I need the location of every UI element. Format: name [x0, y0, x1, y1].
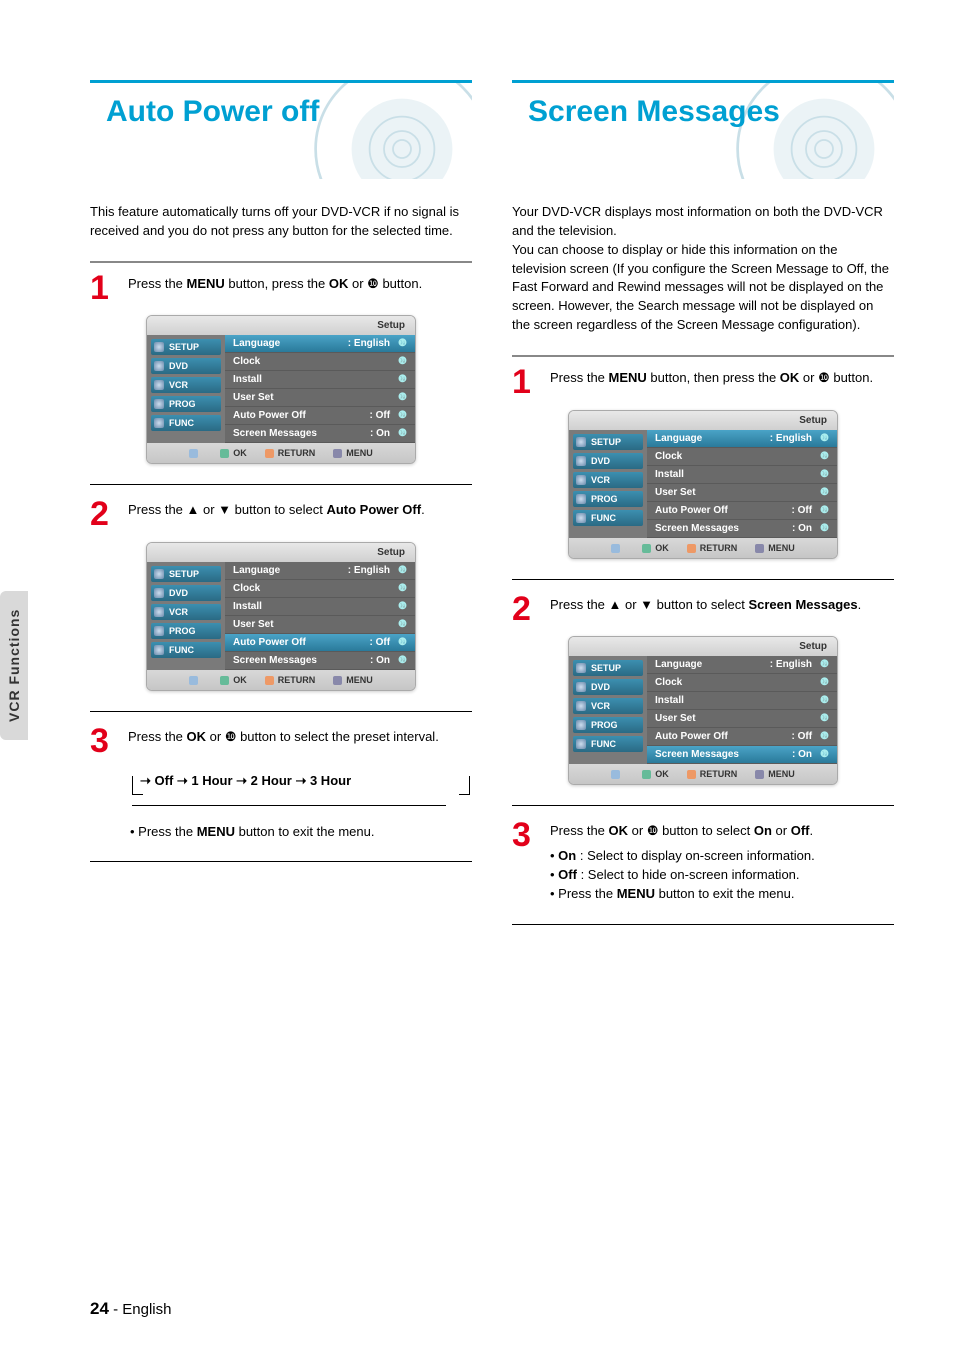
osd-menu: Setup SETUP DVD VCR PROG FUNC Language: …: [146, 542, 416, 691]
intro-text: This feature automatically turns off you…: [90, 203, 472, 241]
step-text: Press the OK or ❿ button to select On or…: [550, 820, 815, 903]
bullet: • Press the MENU button to exit the menu…: [130, 822, 472, 842]
divider: [90, 861, 472, 862]
section-title: Screen Messages: [528, 95, 878, 129]
step-3: 3 Press the OK or ❿ button to select the…: [90, 726, 472, 757]
osd-row: User Set❿: [647, 710, 837, 728]
divider: [512, 579, 894, 580]
osd-row: Clock❿: [225, 353, 415, 371]
right-column: Screen Messages Your DVD-VCR displays mo…: [512, 80, 894, 939]
osd-row: Clock❿: [647, 448, 837, 466]
step-1: 1 Press the MENU button, press the OK or…: [90, 273, 472, 304]
step-text: Press the ▲ or ▼ button to select Screen…: [550, 594, 861, 615]
step-number: 3: [512, 820, 538, 851]
osd-side-vcr: VCR: [151, 377, 221, 393]
osd-side-setup: SETUP: [151, 339, 221, 355]
osd-row: Screen Messages: On❿: [647, 520, 837, 538]
osd-row: Auto Power Off: Off❿: [225, 634, 415, 652]
step-number: 3: [90, 726, 116, 757]
osd-menu: Setup SETUP DVD VCR PROG FUNC Language: …: [568, 410, 838, 559]
move-icon: [189, 448, 202, 458]
section-header-auto-power-off: Auto Power off: [90, 80, 472, 179]
osd-row: Install❿: [647, 692, 837, 710]
osd-row: Clock❿: [647, 674, 837, 692]
divider: [512, 805, 894, 806]
move-icon: [611, 543, 624, 553]
osd-row: Screen Messages: On❿: [647, 746, 837, 764]
osd-row: Auto Power Off: Off❿: [647, 728, 837, 746]
osd-row: Clock❿: [225, 580, 415, 598]
move-icon: [189, 675, 202, 685]
osd-row: Auto Power Off: Off❿: [225, 407, 415, 425]
divider: [90, 261, 472, 263]
osd-row: Screen Messages: On❿: [225, 652, 415, 670]
step-2: 2 Press the ▲ or ▼ button to select Auto…: [90, 499, 472, 530]
step-text: Press the OK or ❿ button to select the p…: [128, 726, 439, 747]
osd-row: Install❿: [225, 371, 415, 389]
osd-row: Auto Power Off: Off❿: [647, 502, 837, 520]
side-tab: VCR Functions: [0, 591, 28, 740]
osd-row: Screen Messages: On❿: [225, 425, 415, 443]
osd-row: Install❿: [225, 598, 415, 616]
osd-footer: OK RETURN MENU: [147, 443, 415, 463]
divider: [512, 924, 894, 925]
left-column: Auto Power off This feature automaticall…: [90, 80, 472, 939]
osd-menu: Setup SETUP DVD VCR PROG FUNC Language: …: [146, 315, 416, 464]
divider: [90, 484, 472, 485]
section-header-screen-messages: Screen Messages: [512, 80, 894, 179]
osd-side-prog: PROG: [151, 396, 221, 412]
osd-row: User Set❿: [647, 484, 837, 502]
osd-menu: Setup SETUP DVD VCR PROG FUNC Language: …: [568, 636, 838, 785]
step-text: Press the MENU button, press the OK or ❿…: [128, 273, 422, 294]
osd-row: Install❿: [647, 466, 837, 484]
move-icon: [611, 769, 624, 779]
page-number: 24 - English: [90, 1299, 171, 1319]
osd-row: Language: English❿: [225, 335, 415, 353]
chevron-right-icon: ❿: [398, 338, 407, 349]
step-number: 2: [90, 499, 116, 530]
osd-side-dvd: DVD: [151, 358, 221, 374]
divider: [512, 355, 894, 357]
step-number: 2: [512, 594, 538, 625]
step-number: 1: [512, 367, 538, 398]
step-2: 2 Press the ▲ or ▼ button to select Scre…: [512, 594, 894, 625]
osd-row: User Set❿: [225, 616, 415, 634]
step-3: 3 Press the OK or ❿ button to select On …: [512, 820, 894, 903]
osd-header: Setup: [147, 316, 415, 335]
osd-row: Language: English❿: [225, 562, 415, 580]
osd-side-func: FUNC: [151, 415, 221, 431]
intro-text: Your DVD-VCR displays most information o…: [512, 203, 894, 335]
osd-row: Language: English❿: [647, 656, 837, 674]
osd-row: User Set❿: [225, 389, 415, 407]
osd-row: Language: English❿: [647, 430, 837, 448]
step-text: Press the MENU button, then press the OK…: [550, 367, 873, 388]
cycle-return-line: [132, 805, 446, 806]
divider: [90, 711, 472, 712]
step-text: Press the ▲ or ▼ button to select Auto P…: [128, 499, 425, 520]
section-title: Auto Power off: [106, 95, 456, 129]
osd-menu-list: Language: English❿ Clock❿ Install❿ User …: [225, 335, 415, 443]
cycle-options: ➝ Off ➝ 1 Hour ➝ 2 Hour ➝ 3 Hour: [130, 771, 472, 791]
step-number: 1: [90, 273, 116, 304]
osd-sidebar: SETUP DVD VCR PROG FUNC: [147, 335, 225, 443]
step-1: 1 Press the MENU button, then press the …: [512, 367, 894, 398]
